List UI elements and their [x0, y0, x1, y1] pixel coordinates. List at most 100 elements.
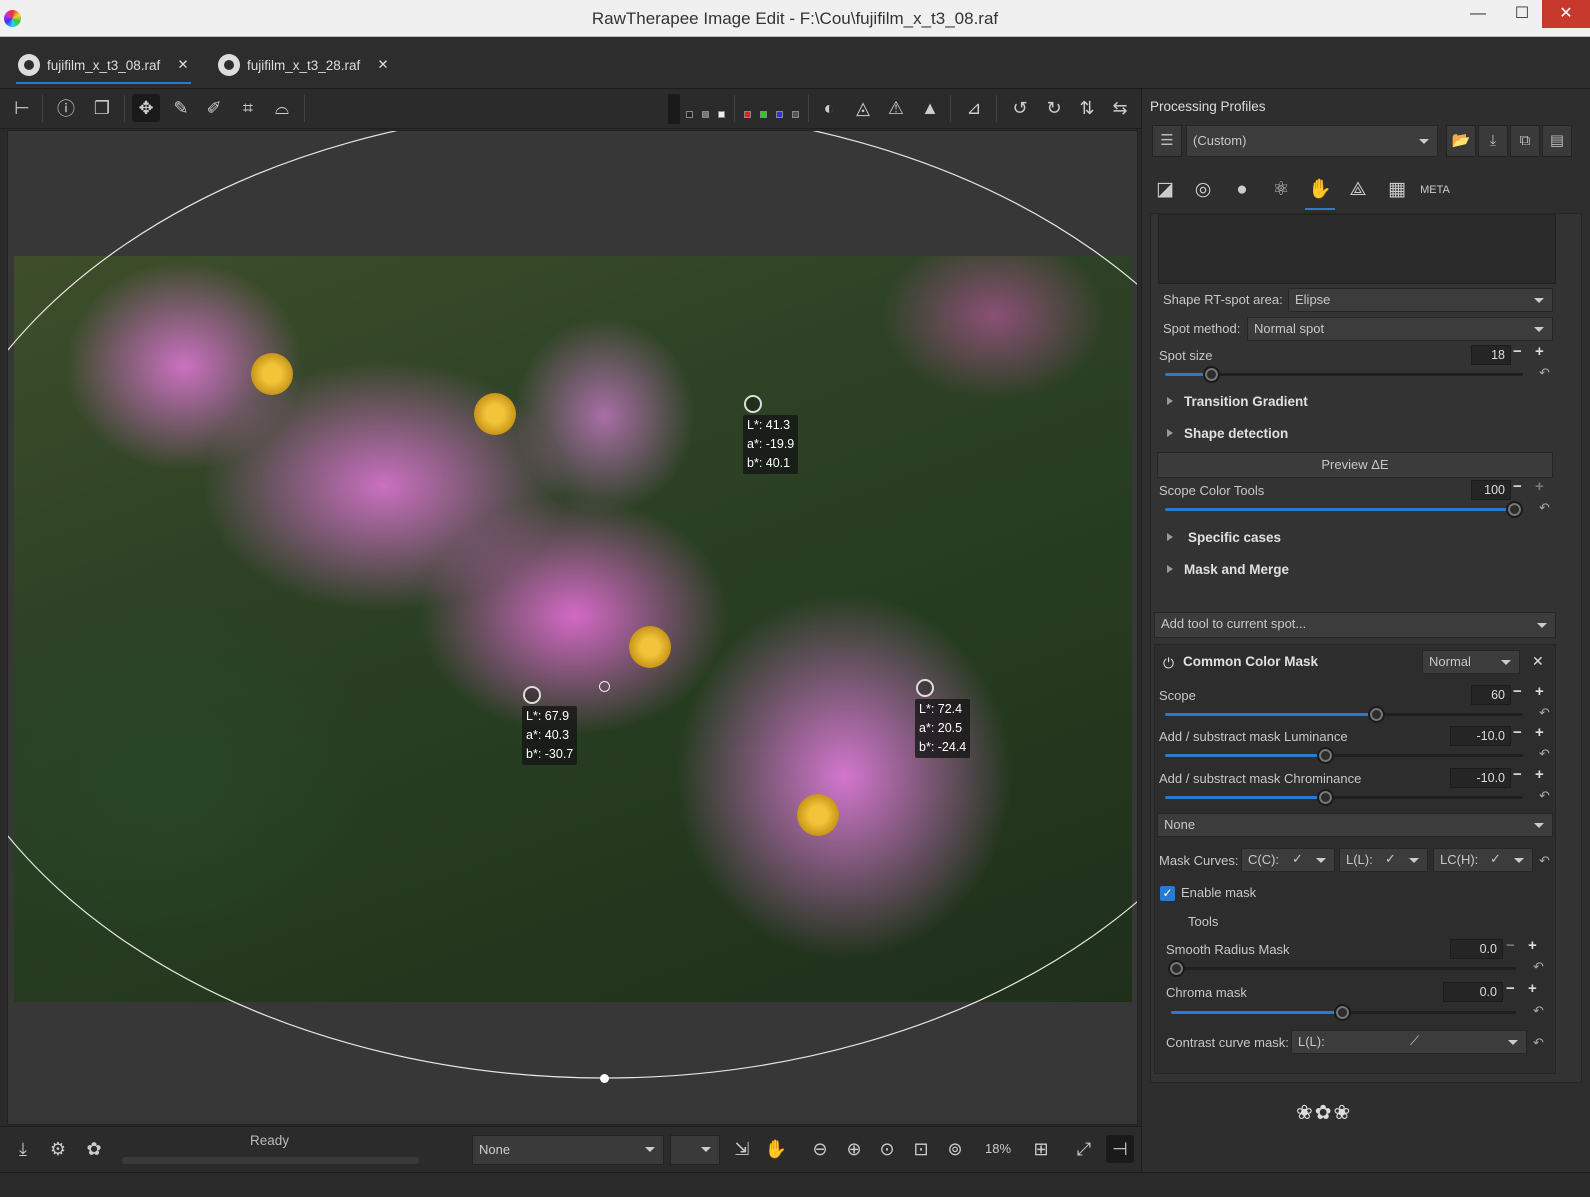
- white-balance-picker-icon[interactable]: ✎: [167, 94, 195, 122]
- reset-icon[interactable]: ↶: [1539, 365, 1550, 381]
- hide-right-panel-icon[interactable]: ⊣: [1106, 1135, 1134, 1163]
- curve-cc-button[interactable]: C(C): ✓: [1241, 848, 1335, 872]
- raw-tab-icon[interactable]: ▦: [1382, 175, 1412, 205]
- decrement-button[interactable]: −: [1513, 766, 1522, 783]
- save-profile-icon[interactable]: ⤓: [1478, 125, 1508, 157]
- scope-slider[interactable]: [1165, 706, 1523, 723]
- focus-mask-icon[interactable]: [668, 94, 680, 124]
- fullscreen-icon[interactable]: ⤢: [1070, 1135, 1098, 1163]
- color-tab-icon[interactable]: ●: [1227, 175, 1257, 205]
- chroma-mask-slider[interactable]: [1171, 1004, 1516, 1021]
- mask-mode-select[interactable]: Normal: [1422, 650, 1520, 674]
- chroma-mask-add-slider[interactable]: [1165, 789, 1523, 806]
- increment-button[interactable]: +: [1535, 683, 1544, 700]
- save-icon[interactable]: ⤓: [9, 1135, 37, 1163]
- spot-size-value[interactable]: 18: [1471, 345, 1511, 365]
- scope-color-tools-value[interactable]: 100: [1471, 480, 1511, 500]
- queue-icon[interactable]: ⚙: [44, 1135, 72, 1163]
- increment-button[interactable]: +: [1535, 478, 1544, 495]
- histogram-icon[interactable]: ⊿: [960, 94, 988, 122]
- profile-select[interactable]: None: [472, 1135, 664, 1165]
- add-tool-select[interactable]: Add tool to current spot...: [1154, 612, 1556, 638]
- mask-and-merge-header[interactable]: Mask and Merge: [1184, 562, 1289, 577]
- image-preview[interactable]: L*: 41.3 a*: -19.9 b*: 40.1 L*: 67.9 a*:…: [7, 130, 1138, 1125]
- minimize-button[interactable]: —: [1456, 0, 1500, 28]
- luminance-channel-swatch[interactable]: [792, 111, 799, 118]
- metadata-tab-icon[interactable]: META: [1420, 175, 1450, 205]
- spot-handle[interactable]: [600, 1074, 609, 1083]
- zoom-fit-icon[interactable]: ⊙: [873, 1135, 901, 1163]
- reset-icon[interactable]: ↶: [1539, 746, 1550, 762]
- maximize-button[interactable]: ☐: [1500, 0, 1544, 28]
- increment-button[interactable]: +: [1528, 937, 1537, 954]
- enable-mask-checkbox[interactable]: ✓: [1160, 886, 1175, 901]
- profile-select[interactable]: (Custom): [1186, 125, 1438, 157]
- decrement-button[interactable]: −: [1506, 980, 1515, 997]
- increment-button[interactable]: +: [1535, 724, 1544, 741]
- zoom-crop-icon[interactable]: ⊡: [907, 1135, 935, 1163]
- preview-delta-e-button[interactable]: Preview ΔE: [1157, 452, 1553, 478]
- chroma-mask-add-value[interactable]: -10.0: [1450, 768, 1511, 788]
- reset-icon[interactable]: ↶: [1539, 788, 1550, 804]
- lum-mask-value[interactable]: -10.0: [1450, 726, 1511, 746]
- zoom-in-icon[interactable]: ⊕: [840, 1135, 868, 1163]
- specific-cases-header[interactable]: Specific cases: [1188, 530, 1281, 545]
- smooth-radius-value[interactable]: 0.0: [1450, 939, 1503, 959]
- expand-icon[interactable]: [1167, 533, 1173, 541]
- shadow-clip-icon[interactable]: ◬: [849, 94, 877, 122]
- power-icon[interactable]: ⏻: [1163, 655, 1174, 672]
- blue-channel-swatch[interactable]: [776, 111, 783, 118]
- smooth-radius-slider[interactable]: [1168, 960, 1516, 977]
- reset-icon[interactable]: ↶: [1539, 705, 1550, 721]
- flip-horizontal-icon[interactable]: ⇆: [1106, 94, 1134, 122]
- tab-fujifilm-x-t3-08[interactable]: fujifilm_x_t3_08.raf ✕: [16, 51, 191, 84]
- new-window-icon[interactable]: ⊞: [1027, 1135, 1055, 1163]
- decrement-button[interactable]: −: [1506, 937, 1515, 954]
- decrement-button[interactable]: −: [1513, 343, 1522, 360]
- reset-icon[interactable]: ↶: [1539, 500, 1550, 516]
- decrement-button[interactable]: −: [1513, 724, 1522, 741]
- decrement-button[interactable]: −: [1513, 478, 1522, 495]
- transition-gradient-header[interactable]: Transition Gradient: [1184, 394, 1308, 409]
- close-button[interactable]: ✕: [1542, 0, 1590, 28]
- zoom-out-icon[interactable]: ⊖: [806, 1135, 834, 1163]
- red-channel-swatch[interactable]: [744, 111, 751, 118]
- fullscreen-left-icon[interactable]: ⇲: [728, 1135, 756, 1163]
- before-after-icon[interactable]: ❐: [88, 94, 116, 122]
- reset-icon[interactable]: ↶: [1539, 853, 1550, 869]
- curve-lch-button[interactable]: LC(H): ✓: [1433, 848, 1533, 872]
- transform-tab-icon[interactable]: ⟁: [1343, 175, 1373, 205]
- spot-size-slider[interactable]: [1165, 366, 1523, 383]
- decrement-button[interactable]: −: [1513, 683, 1522, 700]
- tab-fujifilm-x-t3-28[interactable]: fujifilm_x_t3_28.raf ✕: [218, 51, 389, 79]
- navigator-select[interactable]: [670, 1135, 720, 1165]
- lum-mask-slider[interactable]: [1165, 747, 1523, 764]
- copy-profile-icon[interactable]: ⧉: [1510, 125, 1540, 157]
- tab-close-icon[interactable]: ✕: [177, 57, 188, 73]
- rotate-right-icon[interactable]: ↻: [1040, 94, 1068, 122]
- increment-button[interactable]: +: [1535, 766, 1544, 783]
- rotate-left-icon[interactable]: ↺: [1006, 94, 1034, 122]
- info-icon[interactable]: ⓘ: [52, 94, 80, 122]
- zoom-100-icon[interactable]: ⊚: [941, 1135, 969, 1163]
- green-channel-swatch[interactable]: [760, 111, 767, 118]
- color-picker-icon[interactable]: ✐: [200, 94, 228, 122]
- open-profile-icon[interactable]: 📂: [1446, 125, 1476, 157]
- background-white-swatch[interactable]: [718, 111, 725, 118]
- reset-icon[interactable]: ↶: [1533, 959, 1544, 975]
- tab-close-icon[interactable]: ✕: [377, 57, 388, 73]
- external-editor-icon[interactable]: ✿: [80, 1135, 108, 1163]
- color-sample-point[interactable]: [523, 686, 541, 704]
- chroma-mask-value[interactable]: 0.0: [1443, 982, 1503, 1002]
- background-gray-swatch[interactable]: [702, 111, 709, 118]
- curve-ll-button[interactable]: L(L): ✓: [1339, 848, 1428, 872]
- warning-filled-icon[interactable]: ▲: [916, 94, 944, 122]
- local-adjustments-tab-icon[interactable]: ✋: [1305, 175, 1335, 210]
- shape-detection-header[interactable]: Shape detection: [1184, 426, 1288, 441]
- color-sample-point[interactable]: [744, 395, 762, 413]
- profile-list-icon[interactable]: ☰: [1152, 125, 1182, 157]
- expand-icon[interactable]: [1167, 565, 1173, 573]
- contrast-curve-button[interactable]: L(L): ⟋: [1291, 1030, 1527, 1054]
- reset-icon[interactable]: ↶: [1533, 1003, 1544, 1019]
- pan-icon[interactable]: ✋: [762, 1135, 790, 1163]
